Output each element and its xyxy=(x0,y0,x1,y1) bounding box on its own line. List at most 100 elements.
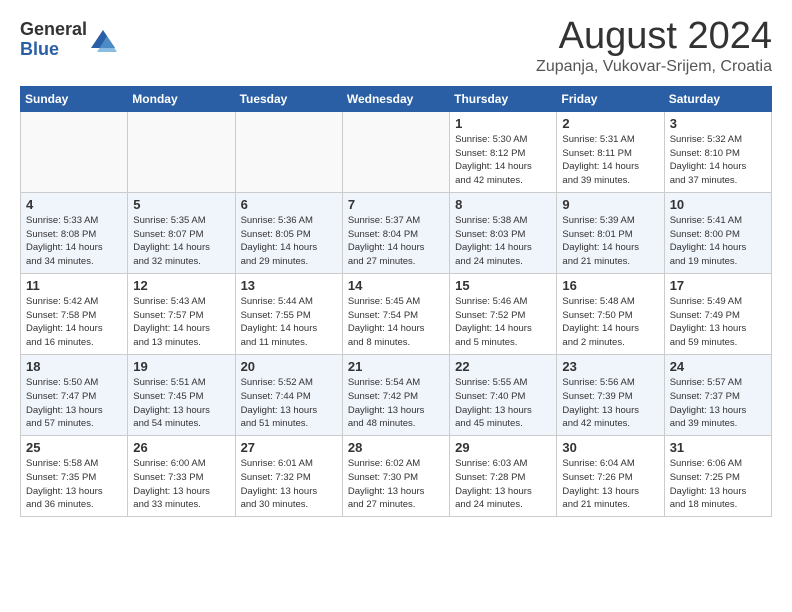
day-number: 5 xyxy=(133,197,229,212)
title-area: August 2024 Zupanja, Vukovar-Srijem, Cro… xyxy=(536,16,772,76)
calendar-cell xyxy=(235,111,342,192)
day-info: Sunrise: 6:00 AM Sunset: 7:33 PM Dayligh… xyxy=(133,457,229,512)
day-info: Sunrise: 6:04 AM Sunset: 7:26 PM Dayligh… xyxy=(562,457,658,512)
day-info: Sunrise: 5:37 AM Sunset: 8:04 PM Dayligh… xyxy=(348,214,444,269)
calendar-cell: 5 Sunrise: 5:35 AM Sunset: 8:07 PM Daylig… xyxy=(128,192,235,273)
calendar-cell: 3Sunrise: 5:32 AM Sunset: 8:10 PM Daylig… xyxy=(664,111,771,192)
day-info: Sunrise: 5:55 AM Sunset: 7:40 PM Dayligh… xyxy=(455,376,551,431)
weekday-header-wednesday: Wednesday xyxy=(342,86,449,111)
logo-text: General Blue xyxy=(20,20,87,60)
day-number: 9 xyxy=(562,197,658,212)
day-number: 7 xyxy=(348,197,444,212)
weekday-header-thursday: Thursday xyxy=(450,86,557,111)
day-number: 11 xyxy=(26,278,122,293)
day-number: 6 xyxy=(241,197,337,212)
calendar-cell: 14 Sunrise: 5:45 AM Sunset: 7:54 PM Dayli… xyxy=(342,273,449,354)
day-info: Sunrise: 5:56 AM Sunset: 7:39 PM Dayligh… xyxy=(562,376,658,431)
header: General Blue August 2024 Zupanja, Vukova… xyxy=(20,16,772,76)
calendar-cell: 2 Sunrise: 5:31 AM Sunset: 8:11 PM Daylig… xyxy=(557,111,664,192)
day-info: Sunrise: 5:57 AM Sunset: 7:37 PM Dayligh… xyxy=(670,376,766,431)
day-number: 21 xyxy=(348,359,444,374)
calendar-cell: 15 Sunrise: 5:46 AM Sunset: 7:52 PM Dayli… xyxy=(450,273,557,354)
calendar-cell: 25 Sunrise: 5:58 AM Sunset: 7:35 PM Dayli… xyxy=(21,436,128,517)
calendar-page: General Blue August 2024 Zupanja, Vukova… xyxy=(0,0,792,533)
calendar-cell: 16 Sunrise: 5:48 AM Sunset: 7:50 PM Dayli… xyxy=(557,273,664,354)
calendar-cell: 22 Sunrise: 5:55 AM Sunset: 7:40 PM Dayli… xyxy=(450,354,557,435)
weekday-header-monday: Monday xyxy=(128,86,235,111)
calendar-cell: 1Sunrise: 5:30 AM Sunset: 8:12 PM Daylig… xyxy=(450,111,557,192)
day-number: 19 xyxy=(133,359,229,374)
week-row-5: 25 Sunrise: 5:58 AM Sunset: 7:35 PM Dayli… xyxy=(21,436,772,517)
day-number: 12 xyxy=(133,278,229,293)
day-number: 29 xyxy=(455,440,551,455)
day-number: 13 xyxy=(241,278,337,293)
day-info: Sunrise: 5:49 AM Sunset: 7:49 PM Dayligh… xyxy=(670,295,766,350)
day-info: Sunrise: 5:30 AM Sunset: 8:12 PM Dayligh… xyxy=(455,133,551,188)
weekday-header-row: SundayMondayTuesdayWednesdayThursdayFrid… xyxy=(21,86,772,111)
day-number: 8 xyxy=(455,197,551,212)
calendar-cell: 13Sunrise: 5:44 AM Sunset: 7:55 PM Dayli… xyxy=(235,273,342,354)
day-number: 17 xyxy=(670,278,766,293)
calendar-cell: 4 Sunrise: 5:33 AM Sunset: 8:08 PM Daylig… xyxy=(21,192,128,273)
calendar-cell: 19Sunrise: 5:51 AM Sunset: 7:45 PM Dayli… xyxy=(128,354,235,435)
day-number: 26 xyxy=(133,440,229,455)
day-number: 22 xyxy=(455,359,551,374)
day-info: Sunrise: 5:58 AM Sunset: 7:35 PM Dayligh… xyxy=(26,457,122,512)
day-number: 25 xyxy=(26,440,122,455)
calendar-cell: 6Sunrise: 5:36 AM Sunset: 8:05 PM Daylig… xyxy=(235,192,342,273)
logo: General Blue xyxy=(20,20,117,60)
calendar-cell: 10Sunrise: 5:41 AM Sunset: 8:00 PM Dayli… xyxy=(664,192,771,273)
calendar-cell: 23Sunrise: 5:56 AM Sunset: 7:39 PM Dayli… xyxy=(557,354,664,435)
day-number: 28 xyxy=(348,440,444,455)
calendar-table: SundayMondayTuesdayWednesdayThursdayFrid… xyxy=(20,86,772,517)
day-info: Sunrise: 5:43 AM Sunset: 7:57 PM Dayligh… xyxy=(133,295,229,350)
day-info: Sunrise: 5:39 AM Sunset: 8:01 PM Dayligh… xyxy=(562,214,658,269)
day-info: Sunrise: 5:35 AM Sunset: 8:07 PM Dayligh… xyxy=(133,214,229,269)
calendar-cell: 27Sunrise: 6:01 AM Sunset: 7:32 PM Dayli… xyxy=(235,436,342,517)
logo-blue: Blue xyxy=(20,39,59,59)
day-number: 16 xyxy=(562,278,658,293)
calendar-cell: 9 Sunrise: 5:39 AM Sunset: 8:01 PM Daylig… xyxy=(557,192,664,273)
calendar-cell: 28 Sunrise: 6:02 AM Sunset: 7:30 PM Dayli… xyxy=(342,436,449,517)
day-number: 3 xyxy=(670,116,766,131)
calendar-cell xyxy=(342,111,449,192)
day-number: 14 xyxy=(348,278,444,293)
day-info: Sunrise: 5:52 AM Sunset: 7:44 PM Dayligh… xyxy=(241,376,337,431)
week-row-2: 4 Sunrise: 5:33 AM Sunset: 8:08 PM Daylig… xyxy=(21,192,772,273)
day-info: Sunrise: 5:48 AM Sunset: 7:50 PM Dayligh… xyxy=(562,295,658,350)
day-info: Sunrise: 5:46 AM Sunset: 7:52 PM Dayligh… xyxy=(455,295,551,350)
day-info: Sunrise: 6:03 AM Sunset: 7:28 PM Dayligh… xyxy=(455,457,551,512)
day-info: Sunrise: 6:01 AM Sunset: 7:32 PM Dayligh… xyxy=(241,457,337,512)
calendar-cell: 21 Sunrise: 5:54 AM Sunset: 7:42 PM Dayli… xyxy=(342,354,449,435)
day-info: Sunrise: 5:45 AM Sunset: 7:54 PM Dayligh… xyxy=(348,295,444,350)
day-number: 2 xyxy=(562,116,658,131)
day-number: 30 xyxy=(562,440,658,455)
day-info: Sunrise: 5:31 AM Sunset: 8:11 PM Dayligh… xyxy=(562,133,658,188)
calendar-cell: 26 Sunrise: 6:00 AM Sunset: 7:33 PM Dayli… xyxy=(128,436,235,517)
calendar-cell: 18Sunrise: 5:50 AM Sunset: 7:47 PM Dayli… xyxy=(21,354,128,435)
calendar-cell: 17 Sunrise: 5:49 AM Sunset: 7:49 PM Dayli… xyxy=(664,273,771,354)
calendar-cell xyxy=(21,111,128,192)
day-info: Sunrise: 5:54 AM Sunset: 7:42 PM Dayligh… xyxy=(348,376,444,431)
calendar-cell: 7 Sunrise: 5:37 AM Sunset: 8:04 PM Daylig… xyxy=(342,192,449,273)
day-info: Sunrise: 6:02 AM Sunset: 7:30 PM Dayligh… xyxy=(348,457,444,512)
day-info: Sunrise: 5:33 AM Sunset: 8:08 PM Dayligh… xyxy=(26,214,122,269)
calendar-cell: 31Sunrise: 6:06 AM Sunset: 7:25 PM Dayli… xyxy=(664,436,771,517)
week-row-4: 18Sunrise: 5:50 AM Sunset: 7:47 PM Dayli… xyxy=(21,354,772,435)
calendar-cell: 11 Sunrise: 5:42 AM Sunset: 7:58 PM Dayli… xyxy=(21,273,128,354)
calendar-cell: 24Sunrise: 5:57 AM Sunset: 7:37 PM Dayli… xyxy=(664,354,771,435)
day-number: 20 xyxy=(241,359,337,374)
weekday-header-friday: Friday xyxy=(557,86,664,111)
day-info: Sunrise: 5:42 AM Sunset: 7:58 PM Dayligh… xyxy=(26,295,122,350)
calendar-cell: 29 Sunrise: 6:03 AM Sunset: 7:28 PM Dayli… xyxy=(450,436,557,517)
day-info: Sunrise: 6:06 AM Sunset: 7:25 PM Dayligh… xyxy=(670,457,766,512)
logo-icon xyxy=(89,26,117,54)
weekday-header-sunday: Sunday xyxy=(21,86,128,111)
day-number: 18 xyxy=(26,359,122,374)
day-number: 15 xyxy=(455,278,551,293)
weekday-header-tuesday: Tuesday xyxy=(235,86,342,111)
weekday-header-saturday: Saturday xyxy=(664,86,771,111)
day-number: 4 xyxy=(26,197,122,212)
calendar-cell xyxy=(128,111,235,192)
calendar-cell: 8Sunrise: 5:38 AM Sunset: 8:03 PM Daylig… xyxy=(450,192,557,273)
